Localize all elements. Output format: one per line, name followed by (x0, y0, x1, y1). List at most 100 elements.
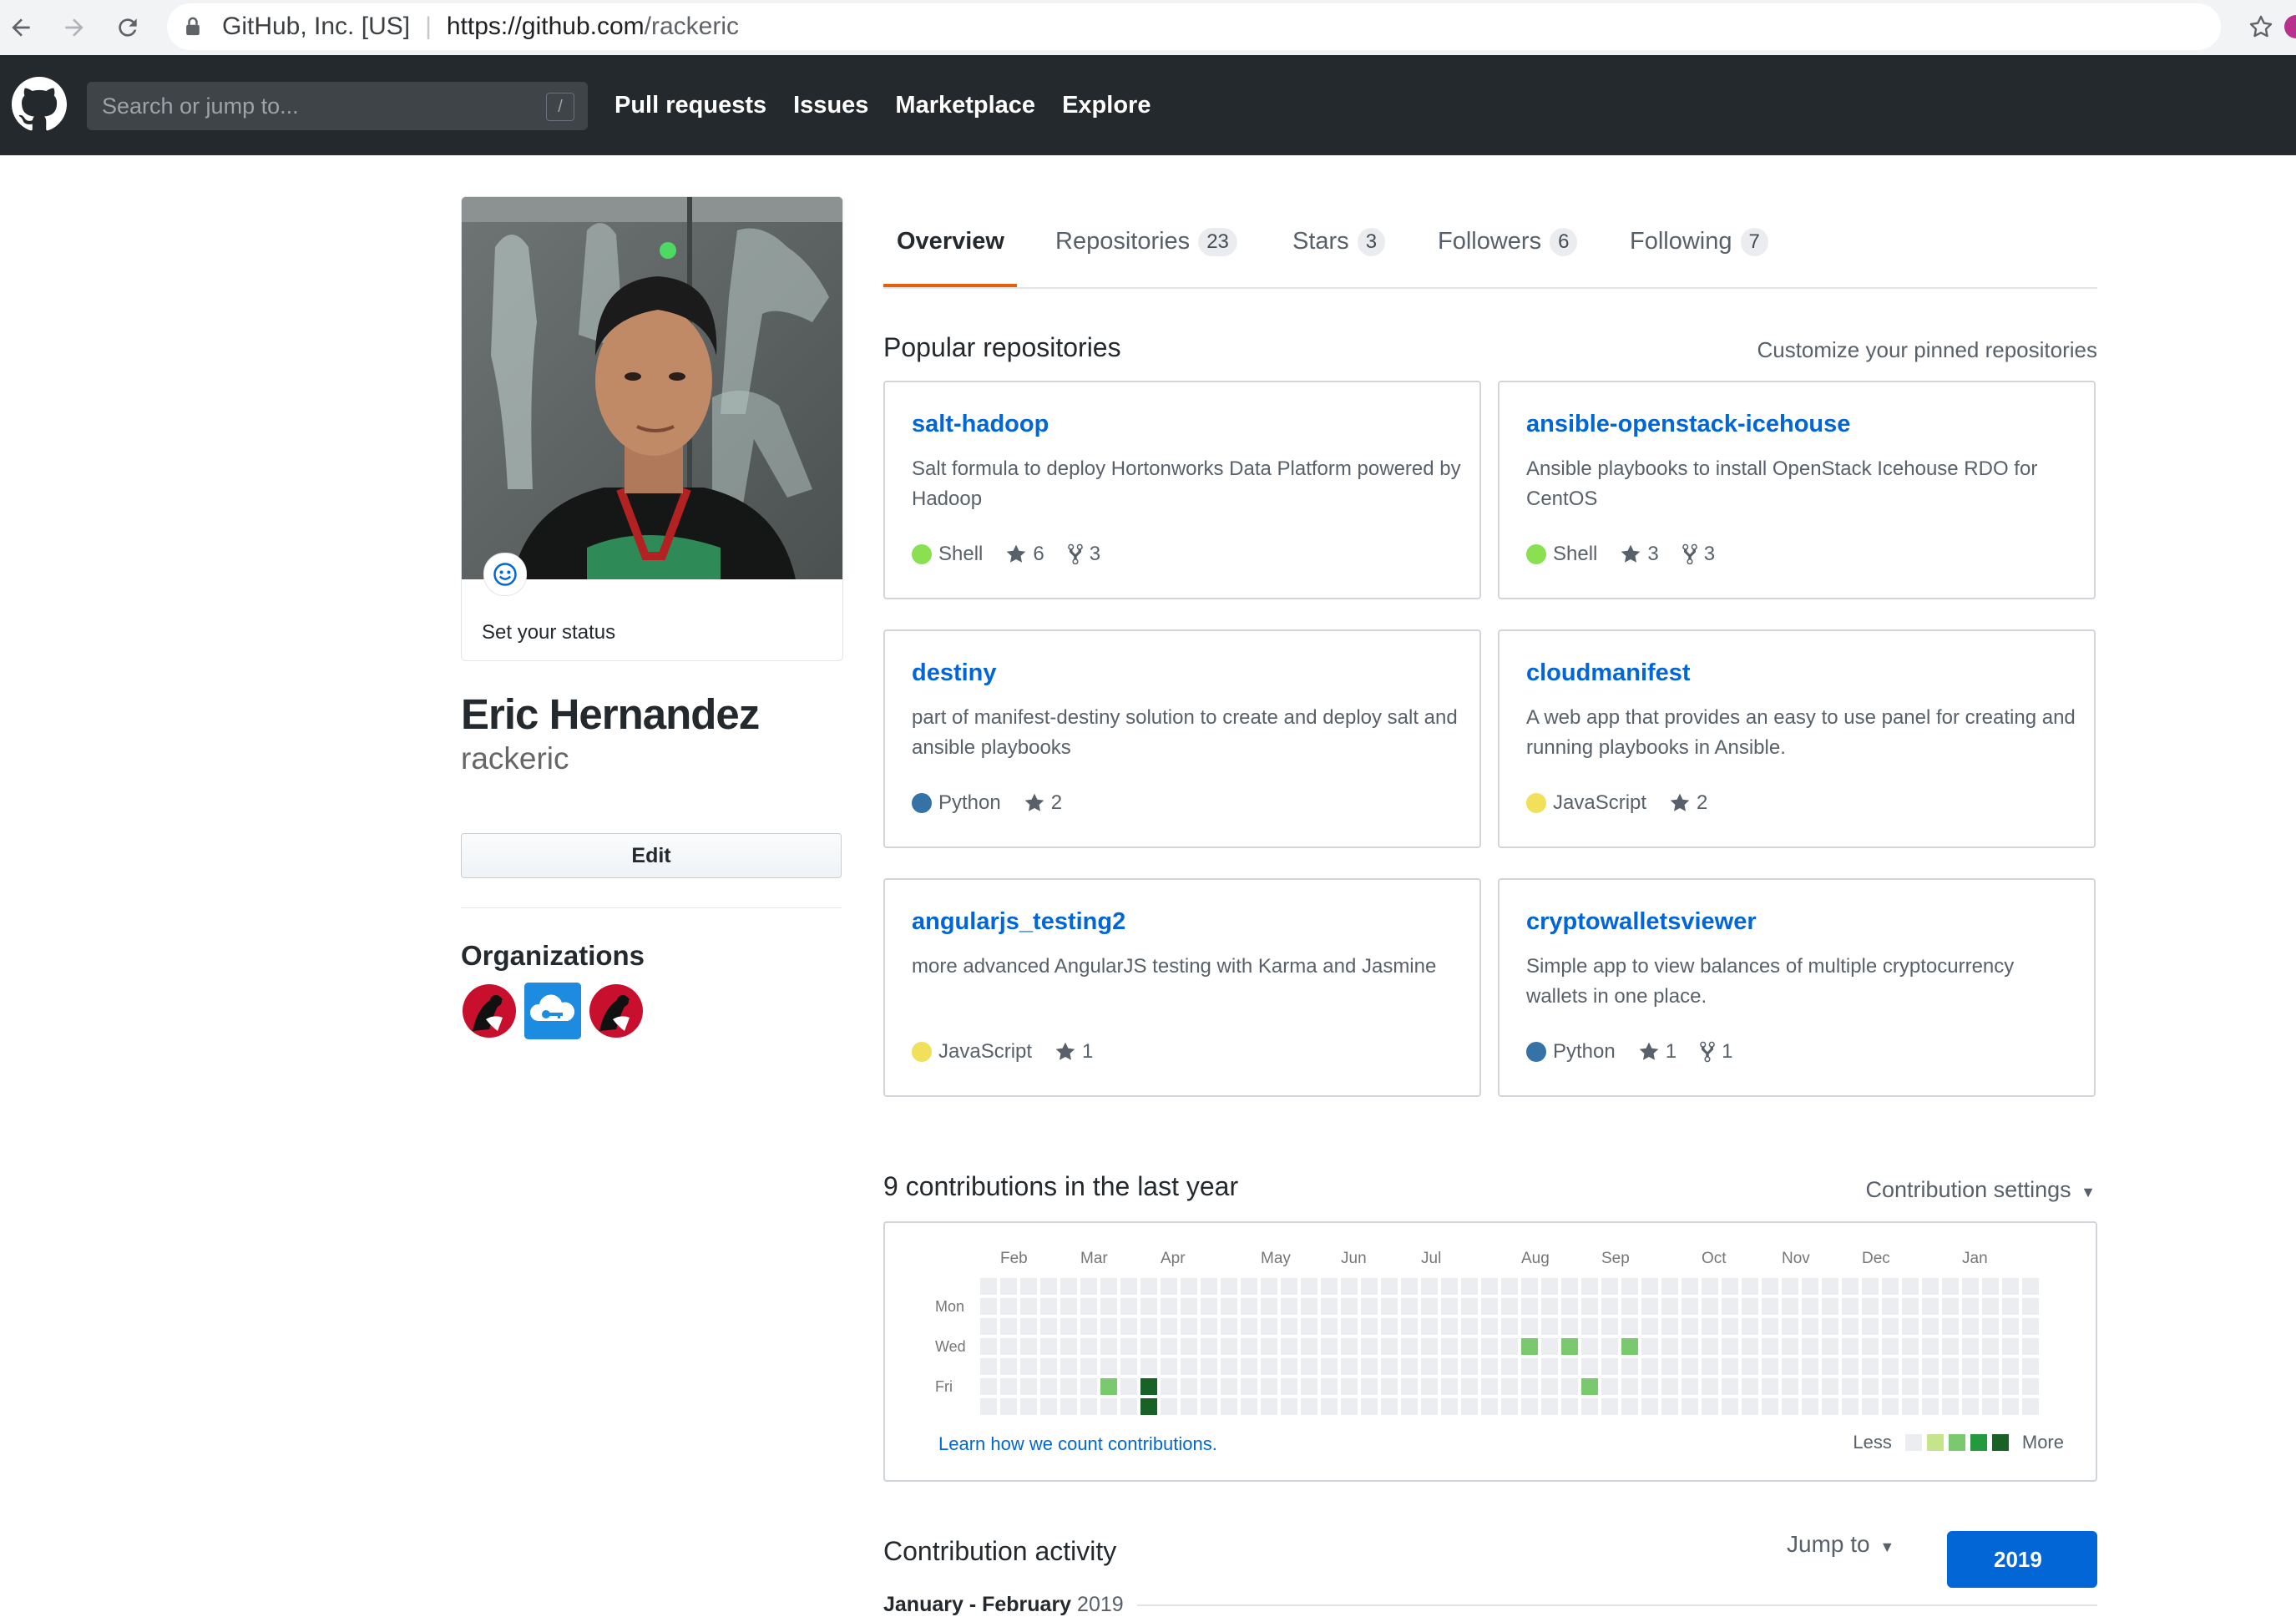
contribution-settings-dropdown[interactable]: Contribution settings ▼ (1866, 1177, 2096, 1203)
contribution-day[interactable] (1561, 1278, 1578, 1295)
contribution-day[interactable] (1842, 1318, 1859, 1335)
contribution-day[interactable] (1401, 1398, 1418, 1415)
contribution-day[interactable] (1000, 1358, 1017, 1375)
contribution-day[interactable] (1742, 1378, 1758, 1395)
contribution-day[interactable] (1321, 1298, 1338, 1315)
contribution-day[interactable] (1822, 1338, 1838, 1355)
repo-name-link[interactable]: cryptowalletsviewer (1526, 908, 1757, 936)
contribution-day[interactable] (2002, 1398, 2019, 1415)
contribution-day[interactable] (1742, 1338, 1758, 1355)
contribution-day[interactable] (1702, 1358, 1718, 1375)
repo-stars[interactable]: 2 (1051, 791, 1062, 815)
contribution-day[interactable] (1341, 1398, 1358, 1415)
contribution-day[interactable] (1942, 1318, 1959, 1335)
contribution-day[interactable] (1461, 1278, 1478, 1295)
contribution-day[interactable] (1501, 1298, 1518, 1315)
contribution-day[interactable] (1722, 1278, 1738, 1295)
contribution-day[interactable] (1401, 1338, 1418, 1355)
contribution-day[interactable] (1381, 1398, 1398, 1415)
contribution-day[interactable] (1722, 1378, 1738, 1395)
back-button[interactable] (0, 7, 42, 48)
contribution-day[interactable] (1621, 1298, 1638, 1315)
contribution-day[interactable] (1301, 1298, 1317, 1315)
contribution-day[interactable] (1922, 1378, 1939, 1395)
contribution-day[interactable] (1321, 1398, 1338, 1415)
contribution-day[interactable] (1361, 1378, 1378, 1395)
star-icon[interactable] (1639, 1041, 1659, 1063)
contribution-day[interactable] (1461, 1358, 1478, 1375)
tab-overview[interactable]: Overview (883, 212, 1017, 287)
nav-explore[interactable]: Explore (1062, 92, 1151, 119)
contribution-day[interactable] (1902, 1318, 1919, 1335)
contribution-day[interactable] (1080, 1378, 1097, 1395)
contribution-day-active[interactable] (1521, 1338, 1538, 1355)
contribution-day[interactable] (980, 1318, 997, 1335)
tab-repositories[interactable]: Repositories 23 (1055, 212, 1237, 287)
contribution-day[interactable] (1080, 1358, 1097, 1375)
contribution-day[interactable] (1060, 1298, 1077, 1315)
contribution-day[interactable] (1501, 1398, 1518, 1415)
contribution-day[interactable] (1521, 1398, 1538, 1415)
contribution-day[interactable] (1040, 1358, 1057, 1375)
contribution-day[interactable] (1862, 1298, 1879, 1315)
contribution-day[interactable] (1982, 1358, 1999, 1375)
contribution-day[interactable] (1922, 1398, 1939, 1415)
contribution-day[interactable] (1842, 1378, 1859, 1395)
repo-name-link[interactable]: cloudmanifest (1526, 659, 1691, 687)
contribution-day[interactable] (1201, 1358, 1217, 1375)
contribution-day[interactable] (1140, 1298, 1157, 1315)
contribution-day[interactable] (1060, 1398, 1077, 1415)
contribution-day[interactable] (1241, 1358, 1257, 1375)
contribution-day[interactable] (2022, 1378, 2039, 1395)
contribution-day[interactable] (1481, 1338, 1498, 1355)
contribution-day[interactable] (1000, 1278, 1017, 1295)
contribution-day[interactable] (1802, 1398, 1818, 1415)
contribution-day[interactable] (1481, 1278, 1498, 1295)
contribution-day[interactable] (1842, 1358, 1859, 1375)
contribution-day[interactable] (2002, 1378, 2019, 1395)
contribution-day[interactable] (1060, 1318, 1077, 1335)
contribution-day[interactable] (1181, 1298, 1197, 1315)
contribution-day[interactable] (2002, 1338, 2019, 1355)
contribution-day[interactable] (1040, 1378, 1057, 1395)
contribution-day[interactable] (1882, 1298, 1899, 1315)
repo-stars[interactable]: 2 (1697, 791, 1707, 815)
contribution-day[interactable] (1341, 1298, 1358, 1315)
contribution-day[interactable] (1241, 1318, 1257, 1335)
contribution-day[interactable] (1561, 1298, 1578, 1315)
contribution-day[interactable] (1722, 1318, 1738, 1335)
contribution-day[interactable] (1722, 1298, 1738, 1315)
contribution-day[interactable] (1882, 1378, 1899, 1395)
contribution-day[interactable] (1201, 1298, 1217, 1315)
repo-stars[interactable]: 1 (1082, 1040, 1093, 1064)
star-icon[interactable] (1006, 543, 1026, 565)
contribution-day[interactable] (1782, 1278, 1798, 1295)
contribution-day[interactable] (1140, 1278, 1157, 1295)
contribution-day[interactable] (1040, 1318, 1057, 1335)
repo-name-link[interactable]: destiny (912, 659, 997, 687)
contribution-day[interactable] (1481, 1378, 1498, 1395)
contribution-day[interactable] (1241, 1278, 1257, 1295)
contribution-day[interactable] (1842, 1398, 1859, 1415)
contribution-day[interactable] (1581, 1298, 1598, 1315)
contribution-day[interactable] (1982, 1298, 1999, 1315)
contribution-day[interactable] (1281, 1318, 1297, 1335)
contribution-day[interactable] (1802, 1278, 1818, 1295)
contribution-day[interactable] (1782, 1358, 1798, 1375)
contribution-day[interactable] (1842, 1278, 1859, 1295)
contribution-day[interactable] (1401, 1298, 1418, 1315)
contribution-day[interactable] (1501, 1278, 1518, 1295)
contribution-day[interactable] (1641, 1358, 1658, 1375)
contribution-day[interactable] (1241, 1398, 1257, 1415)
contribution-day[interactable] (1401, 1378, 1418, 1395)
browser-profile-avatar[interactable] (2284, 15, 2296, 38)
contribution-day[interactable] (1782, 1378, 1798, 1395)
contribution-day[interactable] (1702, 1298, 1718, 1315)
contribution-day[interactable] (1461, 1298, 1478, 1315)
contribution-day[interactable] (1742, 1298, 1758, 1315)
contribution-day[interactable] (1561, 1358, 1578, 1375)
contribution-day[interactable] (1341, 1278, 1358, 1295)
contribution-day[interactable] (1922, 1318, 1939, 1335)
contribution-day[interactable] (1962, 1338, 1979, 1355)
contribution-day[interactable] (1161, 1318, 1177, 1335)
